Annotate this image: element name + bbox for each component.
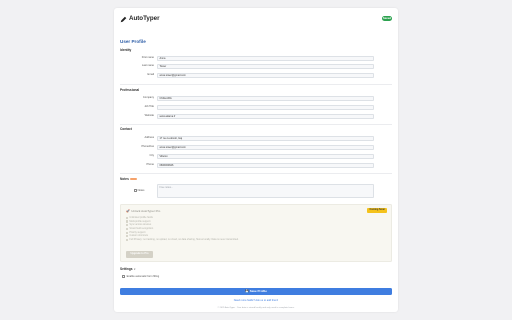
- field-label: Email: [147, 73, 155, 76]
- section-title-notes: Notes: [120, 177, 138, 181]
- feature-icon: [126, 231, 129, 234]
- pro-title: 🚀 Unlock AutoTyper Pro: [126, 209, 160, 213]
- field-row: Email anna.tower@gmail.com: [120, 72, 392, 78]
- notes-checkbox[interactable]: [134, 189, 137, 192]
- field-row: City Villeton: [120, 153, 392, 159]
- notes-textarea[interactable]: Free notes...: [157, 184, 374, 198]
- header: AutoTyper Saved: [120, 15, 392, 25]
- field-row: First name Anna: [120, 55, 392, 61]
- upgrade-button[interactable]: Upgrade to Pro: [126, 251, 153, 258]
- field-label: Website: [144, 114, 154, 117]
- field-label: First name: [141, 56, 154, 59]
- field-label: Phone: [146, 163, 154, 166]
- coming-soon-text: Coming Soon: [369, 208, 385, 211]
- field-row: Phone/Fax anna.tower@gmail.com: [120, 144, 392, 150]
- notes-highlight: [130, 178, 138, 180]
- autosave-setting: Enable automatic form filling: [122, 275, 159, 278]
- autosave-checkbox[interactable]: [122, 275, 125, 278]
- section-title-professional: Professional: [120, 88, 140, 92]
- footer-text: © 2025 AutoTyper · Your data is stored l…: [217, 307, 295, 309]
- field-label: Company: [142, 96, 154, 99]
- section-title-identity: Identity: [120, 48, 132, 52]
- save-icon: 💾: [245, 289, 249, 293]
- feature-icon: [126, 227, 129, 230]
- feature-icon: [126, 220, 129, 223]
- saved-badge: Saved: [382, 16, 392, 21]
- phone-fax-input[interactable]: anna.tower@gmail.com: [157, 144, 374, 150]
- field-row: Website www.adama.fr: [120, 113, 392, 119]
- divider: [120, 173, 392, 174]
- website-input[interactable]: www.adama.fr: [157, 113, 374, 119]
- notes-title-text: Notes: [120, 177, 129, 181]
- field-label: Phone/Fax: [141, 145, 154, 148]
- notes-label-text: Notes: [137, 189, 145, 192]
- phone-input[interactable]: 0606060626: [157, 162, 374, 168]
- field-label: Last name: [141, 64, 154, 67]
- field-row: Company Chilla ARG: [120, 95, 392, 101]
- profile-card: AutoTyper Saved User Profile Identity Fi…: [114, 8, 398, 312]
- company-input[interactable]: Chilla ARG: [157, 95, 374, 101]
- autosave-label: Enable automatic form filling: [126, 275, 160, 278]
- field-label: Job Title: [144, 105, 154, 108]
- pro-panel: 🚀 Unlock AutoTyper Pro Coming Soon Unlim…: [120, 204, 392, 262]
- save-profile-button[interactable]: 💾 Save Profile: [120, 288, 392, 295]
- field-row: Phone 0606060626: [120, 162, 392, 168]
- city-input[interactable]: Villeton: [157, 153, 374, 159]
- divider: [120, 84, 392, 85]
- notes-label: Notes: [134, 189, 144, 192]
- chevron-down-icon[interactable]: ▾: [134, 268, 135, 271]
- save-label: Save Profile: [249, 289, 267, 293]
- settings-title-text: Settings: [120, 267, 133, 271]
- list-item: Full Privacy: no tracking, no upload, no…: [126, 238, 239, 242]
- field-label: City: [149, 154, 154, 157]
- pro-feature-list: Unlimited profile fields Multi-profile s…: [126, 216, 239, 242]
- field-row: Job Title: [120, 104, 392, 110]
- feature-icon: [126, 224, 129, 227]
- section-title-settings: Settings ▾: [120, 267, 135, 271]
- email-input[interactable]: anna.tower@gmail.com: [157, 72, 374, 78]
- field-row: Last name Tower: [120, 63, 392, 69]
- job-title-input[interactable]: [157, 104, 374, 110]
- pro-title-text: Unlock AutoTyper Pro: [131, 209, 161, 213]
- field-label: Address: [144, 136, 154, 139]
- page-title: User Profile: [120, 39, 146, 44]
- feature-icon: [126, 238, 129, 242]
- app-name: AutoTyper: [129, 15, 160, 22]
- section-title-contact: Contact: [120, 127, 132, 131]
- first-name-input[interactable]: Anna: [157, 55, 374, 61]
- last-name-input[interactable]: Tower: [157, 63, 374, 69]
- field-row: Address 17 rue Ludovoit, Gaj: [120, 135, 392, 141]
- pencil-icon: [120, 16, 127, 22]
- feature-icon: [126, 216, 129, 219]
- help-link[interactable]: Need more fields? Ask us to add them!: [114, 299, 398, 302]
- rocket-icon: 🚀: [126, 209, 130, 213]
- app-logo: AutoTyper: [120, 15, 159, 23]
- divider: [120, 124, 392, 125]
- address-input[interactable]: 17 rue Ludovoit, Gaj: [157, 135, 374, 141]
- coming-soon-badge: Coming Soon: [367, 208, 387, 213]
- feature-icon: [126, 235, 129, 238]
- feature-text: Full Privacy: no tracking, no upload, no…: [129, 238, 239, 242]
